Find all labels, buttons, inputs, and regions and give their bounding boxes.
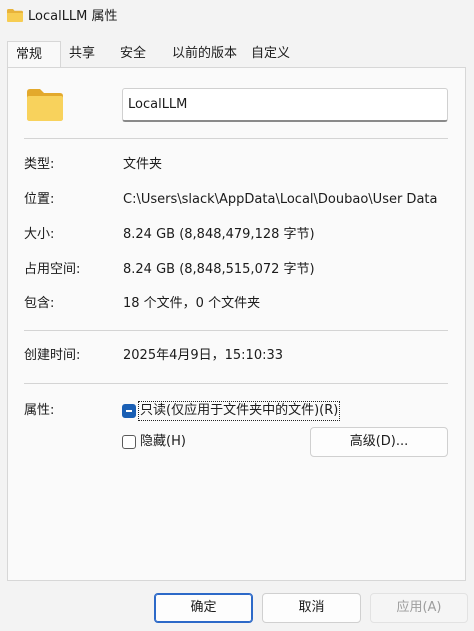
tab-bar: 常规 共享 安全 以前的版本 自定义 [0,41,474,68]
hidden-checkbox-label[interactable]: 隐藏(H) [140,434,186,450]
attributes-label: 属性: [24,403,55,418]
general-tab-panel [7,67,466,581]
hidden-checkbox[interactable] [122,435,136,449]
advanced-button[interactable]: 高级(D)... [310,427,448,457]
ok-button[interactable]: 确定 [154,593,253,623]
tab-sharing[interactable]: 共享 [61,41,103,67]
disk-size-label: 占用空间: [24,262,81,277]
location-label: 位置: [24,192,55,207]
tab-security[interactable]: 安全 [112,41,154,67]
folder-name-input[interactable] [122,88,448,122]
disk-size-value: 8.24 GB (8,848,515,072 字节) [123,262,315,277]
apply-button[interactable]: 应用(A) [370,593,468,623]
cancel-button[interactable]: 取消 [262,593,361,623]
folder-large-icon [27,89,63,121]
title-bar: LocalLLM 属性 [0,0,474,36]
separator [24,330,448,331]
size-label: 大小: [24,227,55,242]
created-label: 创建时间: [24,348,81,363]
contains-value: 18 个文件，0 个文件夹 [123,296,261,311]
type-label: 类型: [24,157,55,172]
separator [24,138,448,139]
folder-icon [7,9,23,22]
separator [24,383,448,384]
tab-previous-versions[interactable]: 以前的版本 [164,41,245,67]
tab-customize[interactable]: 自定义 [243,41,298,67]
created-value: 2025年4月9日，15:10:33 [123,348,284,363]
size-value: 8.24 GB (8,848,479,128 字节) [123,227,315,242]
window-title: LocalLLM 属性 [28,9,118,24]
readonly-checkbox[interactable] [122,404,136,418]
tab-general[interactable]: 常规 [7,41,61,68]
readonly-checkbox-label[interactable]: 只读(仅应用于文件夹中的文件)(R) [137,401,341,421]
type-value: 文件夹 [123,157,163,172]
contains-label: 包含: [24,296,55,311]
location-value: C:\Users\slack\AppData\Local\Doubao\User… [123,192,438,207]
